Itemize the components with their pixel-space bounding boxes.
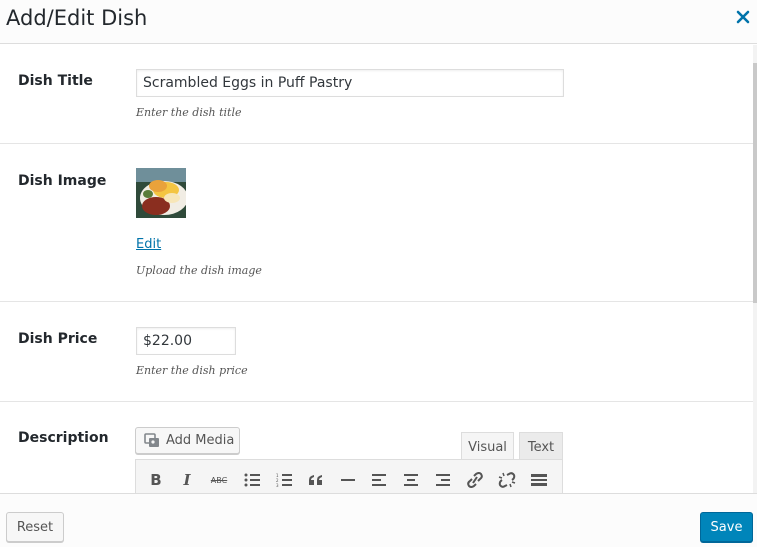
horizontal-rule-icon <box>341 479 355 481</box>
dish-price-help: Enter the dish price <box>136 364 248 377</box>
align-right-icon <box>436 474 450 486</box>
scrollbar-thumb[interactable] <box>753 63 757 303</box>
link-icon <box>467 472 483 488</box>
numbered-list-button[interactable]: 123 <box>272 468 296 492</box>
blockquote-button[interactable] <box>304 468 328 492</box>
bulleted-list-button[interactable] <box>240 468 264 492</box>
italic-icon: I <box>183 471 191 489</box>
modal-title: Add/Edit Dish <box>6 6 148 30</box>
svg-text:3: 3 <box>276 483 279 487</box>
dish-image-label: Dish Image <box>18 173 107 189</box>
description-label: Description <box>18 430 109 446</box>
tab-visual[interactable]: Visual <box>461 432 514 462</box>
bold-button[interactable]: B <box>144 468 168 492</box>
align-left-icon <box>372 474 386 486</box>
blockquote-icon <box>309 475 322 485</box>
save-button[interactable]: Save <box>700 512 753 542</box>
toolbar-toggle-button[interactable] <box>527 468 551 492</box>
reset-button[interactable]: Reset <box>6 512 64 542</box>
dish-title-help: Enter the dish title <box>136 106 242 119</box>
add-edit-dish-modal: Add/Edit Dish Dish Title Enter the dish … <box>0 0 757 547</box>
dish-title-input[interactable] <box>136 69 564 97</box>
align-center-button[interactable] <box>399 468 423 492</box>
dish-image-thumbnail[interactable] <box>136 168 186 218</box>
unlink-icon <box>498 472 516 488</box>
dish-price-input[interactable] <box>136 327 236 355</box>
dish-title-row: Dish Title Enter the dish title <box>0 45 753 144</box>
media-icon <box>144 433 161 448</box>
modal-footer: Reset Save <box>0 493 757 547</box>
strikethrough-button[interactable]: ABC <box>207 468 231 492</box>
numbered-list-icon: 123 <box>276 473 292 487</box>
tab-text[interactable]: Text <box>519 432 563 462</box>
strikethrough-icon: ABC <box>210 475 228 485</box>
align-right-button[interactable] <box>431 468 455 492</box>
horizontal-rule-button[interactable] <box>336 468 360 492</box>
add-media-label: Add Media <box>166 433 235 448</box>
modal-header: Add/Edit Dish <box>0 0 757 44</box>
dish-price-row: Dish Price Enter the dish price <box>0 302 753 402</box>
modal-body: Dish Title Enter the dish title Dish Ima… <box>0 45 757 493</box>
dish-title-label: Dish Title <box>18 73 93 89</box>
italic-button[interactable]: I <box>175 468 199 492</box>
remove-link-button[interactable] <box>495 468 519 492</box>
close-icon[interactable] <box>735 9 751 25</box>
toolbar-toggle-icon <box>531 474 547 486</box>
dish-image-row: Dish Image Edit Upload the dish image <box>0 144 753 302</box>
dish-image-help: Upload the dish image <box>136 264 262 277</box>
dish-price-label: Dish Price <box>18 331 98 347</box>
dish-image-edit-link[interactable]: Edit <box>136 237 161 252</box>
insert-link-button[interactable] <box>463 468 487 492</box>
add-media-button[interactable]: Add Media <box>135 427 240 454</box>
align-left-button[interactable] <box>367 468 391 492</box>
bold-icon: B <box>150 471 162 489</box>
align-center-icon <box>404 474 418 486</box>
bulleted-list-icon <box>244 473 260 487</box>
